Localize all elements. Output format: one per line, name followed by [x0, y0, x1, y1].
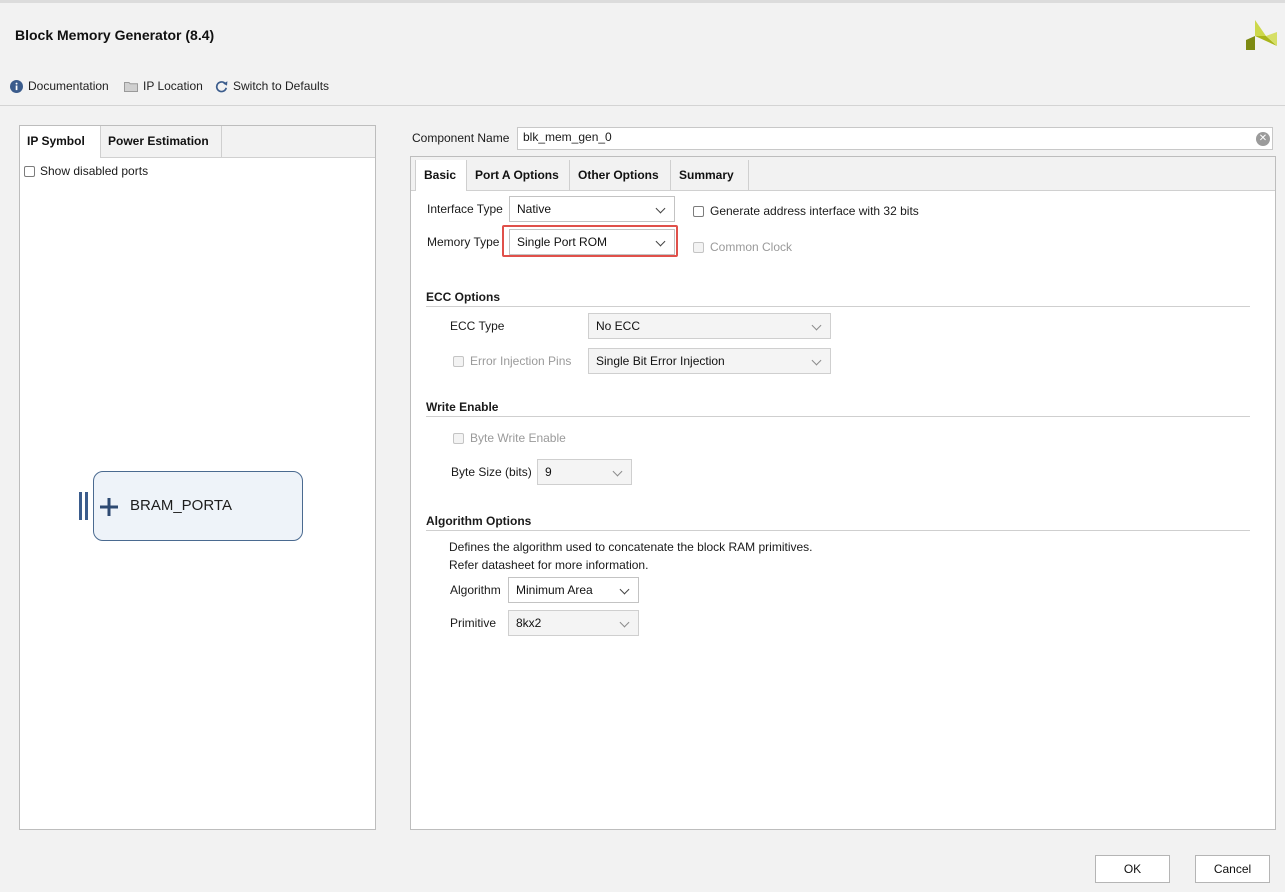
configuration-panel: Basic Port A Options Other Options Summa…: [410, 156, 1276, 830]
folder-icon: [124, 81, 138, 92]
byte-write-enable-label: Byte Write Enable: [470, 431, 566, 445]
generate-address-label: Generate address interface with 32 bits: [710, 204, 919, 218]
error-injection-checkbox: [453, 355, 464, 367]
ip-symbol-panel: IP Symbol Power Estimation Show disabled…: [19, 125, 376, 830]
chevron-down-icon: [619, 584, 630, 595]
common-clock-checkbox: [693, 241, 704, 253]
expand-plus-icon[interactable]: [99, 497, 119, 517]
byte-write-enable-checkbox: [453, 432, 464, 444]
ok-button[interactable]: OK: [1095, 855, 1170, 883]
documentation-label: Documentation: [28, 79, 109, 93]
tab-port-a-options[interactable]: Port A Options: [467, 160, 570, 190]
left-tab-strip: IP Symbol Power Estimation: [20, 126, 375, 158]
memory-type-label: Memory Type: [427, 235, 500, 249]
right-tab-strip: Basic Port A Options Other Options Summa…: [411, 157, 1275, 191]
switch-to-defaults-label: Switch to Defaults: [233, 79, 330, 93]
tab-summary[interactable]: Summary: [671, 160, 749, 190]
byte-size-label: Byte Size (bits): [451, 465, 532, 479]
ecc-type-select[interactable]: No ECC: [588, 313, 831, 339]
clear-icon[interactable]: ✕: [1256, 132, 1270, 146]
show-disabled-ports-label: Show disabled ports: [40, 164, 149, 178]
write-enable-heading: Write Enable: [426, 400, 499, 414]
refresh-icon: [215, 80, 228, 92]
primitive-label: Primitive: [450, 616, 497, 630]
ecc-options-heading: ECC Options: [426, 290, 500, 304]
error-injection-value: Single Bit Error Injection: [596, 354, 725, 368]
xilinx-logo-icon: [1246, 20, 1277, 50]
chevron-down-icon: [811, 355, 822, 366]
byte-write-enable-row: Byte Write Enable: [453, 431, 566, 445]
port-bus-bar-2: [85, 492, 88, 520]
error-injection-select[interactable]: Single Bit Error Injection: [588, 348, 831, 374]
memory-type-highlight: [502, 225, 678, 257]
algorithm-description-line1: Defines the algorithm used to concatenat…: [449, 540, 813, 554]
ip-location-label: IP Location: [143, 79, 203, 93]
write-enable-divider: [426, 416, 1250, 417]
algorithm-value: Minimum Area: [516, 583, 593, 597]
algorithm-options-heading: Algorithm Options: [426, 514, 532, 528]
generate-address-row[interactable]: Generate address interface with 32 bits: [693, 204, 919, 218]
tab-other-options[interactable]: Other Options: [570, 160, 671, 190]
tab-basic[interactable]: Basic: [415, 160, 467, 191]
error-injection-label: Error Injection Pins: [470, 354, 572, 368]
chevron-down-icon: [655, 203, 666, 214]
byte-size-select[interactable]: 9: [537, 459, 632, 485]
port-bus-bar-1: [79, 492, 82, 520]
window-title: Block Memory Generator (8.4): [15, 27, 215, 43]
primitive-value: 8kx2: [516, 616, 542, 630]
cancel-button[interactable]: Cancel: [1195, 855, 1270, 883]
algorithm-description-line2: Refer datasheet for more information.: [449, 558, 649, 572]
primitive-select[interactable]: 8kx2: [508, 610, 639, 636]
interface-type-label: Interface Type: [427, 202, 503, 216]
byte-size-value: 9: [545, 465, 552, 479]
tab-power-estimation[interactable]: Power Estimation: [101, 126, 222, 157]
component-name-input[interactable]: blk_mem_gen_0: [517, 127, 1273, 150]
common-clock-label: Common Clock: [710, 240, 793, 254]
chevron-down-icon: [811, 320, 822, 331]
show-disabled-ports-row[interactable]: Show disabled ports: [24, 164, 148, 178]
interface-type-select[interactable]: Native: [509, 196, 675, 222]
interface-type-value: Native: [517, 202, 552, 216]
chevron-down-icon: [612, 466, 623, 477]
ecc-type-value: No ECC: [596, 319, 641, 333]
common-clock-row: Common Clock: [693, 240, 792, 254]
top-border: [0, 0, 1285, 3]
error-injection-row: Error Injection Pins: [453, 354, 571, 368]
show-disabled-ports-checkbox[interactable]: [24, 165, 35, 177]
documentation-link[interactable]: Documentation: [10, 79, 109, 93]
bram-porta-label: BRAM_PORTA: [130, 497, 232, 514]
ecc-options-divider: [426, 306, 1250, 307]
component-name-label: Component Name: [412, 131, 510, 145]
ip-location-button[interactable]: IP Location: [124, 79, 203, 93]
ecc-type-label: ECC Type: [450, 319, 505, 333]
chevron-down-icon: [619, 617, 630, 628]
tab-ip-symbol[interactable]: IP Symbol: [20, 126, 101, 158]
switch-to-defaults-button[interactable]: Switch to Defaults: [215, 79, 329, 93]
generate-address-checkbox[interactable]: [693, 205, 704, 217]
algorithm-label: Algorithm: [450, 583, 501, 597]
toolbar-separator: [0, 105, 1285, 106]
info-icon: [10, 79, 23, 93]
algorithm-select[interactable]: Minimum Area: [508, 577, 639, 603]
algorithm-options-divider: [426, 530, 1250, 531]
